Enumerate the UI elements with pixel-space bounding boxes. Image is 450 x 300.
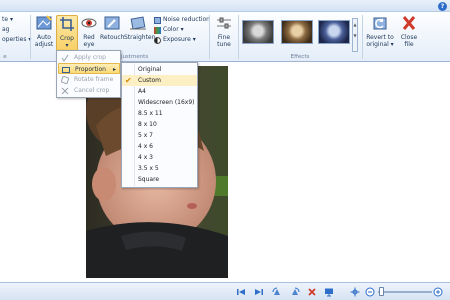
left-item-2[interactable]: ag <box>2 25 31 35</box>
left-item-1[interactable]: te ▾ <box>2 15 31 25</box>
rotate-right-icon[interactable] <box>290 287 300 297</box>
retouch-icon <box>104 16 119 30</box>
proportion-option[interactable]: 4 x 6 <box>122 141 197 152</box>
crop-menu: Apply crop Proportion ▸ Rotate frame Can… <box>56 50 121 98</box>
cancel-icon <box>61 87 69 95</box>
previous-icon[interactable] <box>236 287 246 297</box>
effect-thumbnail-cyan[interactable] <box>318 20 350 44</box>
straighten-button[interactable]: Straighten <box>124 15 155 41</box>
proportion-option[interactable]: 8 x 10 <box>122 119 197 130</box>
left-item-3[interactable]: operties ▾ <box>2 35 31 45</box>
close-icon <box>402 16 416 30</box>
left-edge-items: te ▾ ag operties ▾ <box>2 15 31 45</box>
color-button[interactable]: Color ▾ <box>154 25 210 35</box>
rotate-left-icon[interactable] <box>272 287 282 297</box>
proportion-option[interactable]: 3.5 x 5 <box>122 163 197 174</box>
auto-adjust-button[interactable]: Auto adjust <box>33 15 55 48</box>
close-file-button[interactable]: Close file <box>398 15 420 48</box>
status-bar <box>0 282 450 300</box>
revert-to-original-button[interactable]: Revert to original ▾ <box>365 15 395 48</box>
color-icon <box>154 26 161 34</box>
proportion-item[interactable]: Proportion ▸ <box>58 63 120 74</box>
slideshow-icon[interactable] <box>324 287 334 297</box>
rotate-frame-item[interactable]: Rotate frame <box>58 74 120 85</box>
noise-reduction-button[interactable]: Noise reduction <box>154 15 210 25</box>
cancel-crop-item[interactable]: Cancel crop <box>58 85 120 96</box>
group-separator <box>209 15 210 59</box>
crop-button[interactable]: Crop ▾ <box>56 15 78 53</box>
red-eye-icon <box>81 18 97 28</box>
chevron-down-icon: ▾ <box>180 26 184 33</box>
adjustment-options: Noise reduction Color ▾ Exposure ▾ <box>154 15 210 45</box>
fit-window-icon[interactable] <box>350 287 360 297</box>
noise-reduction-icon <box>154 16 161 24</box>
proportion-submenu: Original ✔ Custom A4 Widescreen (16x9) 8… <box>121 62 198 188</box>
effect-thumbnail-bw[interactable] <box>242 20 274 44</box>
zoom-out-icon[interactable] <box>365 287 375 297</box>
rotate-icon <box>61 76 69 84</box>
exposure-icon <box>154 36 161 44</box>
revert-icon <box>373 17 387 30</box>
proportion-option-selected[interactable]: ✔ Custom <box>122 75 197 86</box>
checkmark-icon: ✔ <box>125 76 132 85</box>
title-bar: ? <box>0 0 450 12</box>
effect-thumbnail-sepia[interactable] <box>281 20 313 44</box>
straighten-icon <box>130 16 146 30</box>
gallery-scroll-button[interactable]: ▲ ▼ <box>352 18 358 52</box>
chevron-down-icon: ▾ <box>192 36 196 43</box>
zoom-in-icon[interactable] <box>433 287 443 297</box>
help-icon[interactable]: ? <box>438 2 447 11</box>
crop-dropdown-arrow: ▾ <box>65 42 69 49</box>
group-label-left: e <box>3 54 7 60</box>
red-eye-button[interactable]: Red eye <box>79 15 99 48</box>
next-icon[interactable] <box>254 287 264 297</box>
auto-adjust-icon <box>36 15 52 30</box>
proportion-option[interactable]: A4 <box>122 86 197 97</box>
group-separator <box>238 15 239 59</box>
fine-tune-icon <box>217 17 231 29</box>
check-icon <box>61 54 69 62</box>
group-separator <box>362 15 363 59</box>
fine-tune-button[interactable]: Fine tune <box>212 15 236 48</box>
proportion-option[interactable]: Widescreen (16x9) <box>122 97 197 108</box>
proportion-option[interactable]: 5 x 7 <box>122 130 197 141</box>
group-separator <box>30 15 31 59</box>
proportion-option[interactable]: 8.5 x 11 <box>122 108 197 119</box>
exposure-button[interactable]: Exposure ▾ <box>154 35 210 45</box>
retouch-button[interactable]: Retouch <box>100 15 125 41</box>
proportion-option[interactable]: 4 x 3 <box>122 152 197 163</box>
zoom-slider-thumb[interactable] <box>379 287 384 296</box>
proportion-option[interactable]: Original <box>122 64 197 75</box>
proportion-icon <box>62 67 70 73</box>
zoom-slider-track[interactable] <box>378 291 432 293</box>
delete-icon[interactable] <box>307 287 317 297</box>
group-label-effects: Effects <box>290 54 310 60</box>
crop-icon <box>60 17 74 31</box>
apply-crop-item[interactable]: Apply crop <box>58 52 120 63</box>
proportion-option[interactable]: Square <box>122 174 197 185</box>
